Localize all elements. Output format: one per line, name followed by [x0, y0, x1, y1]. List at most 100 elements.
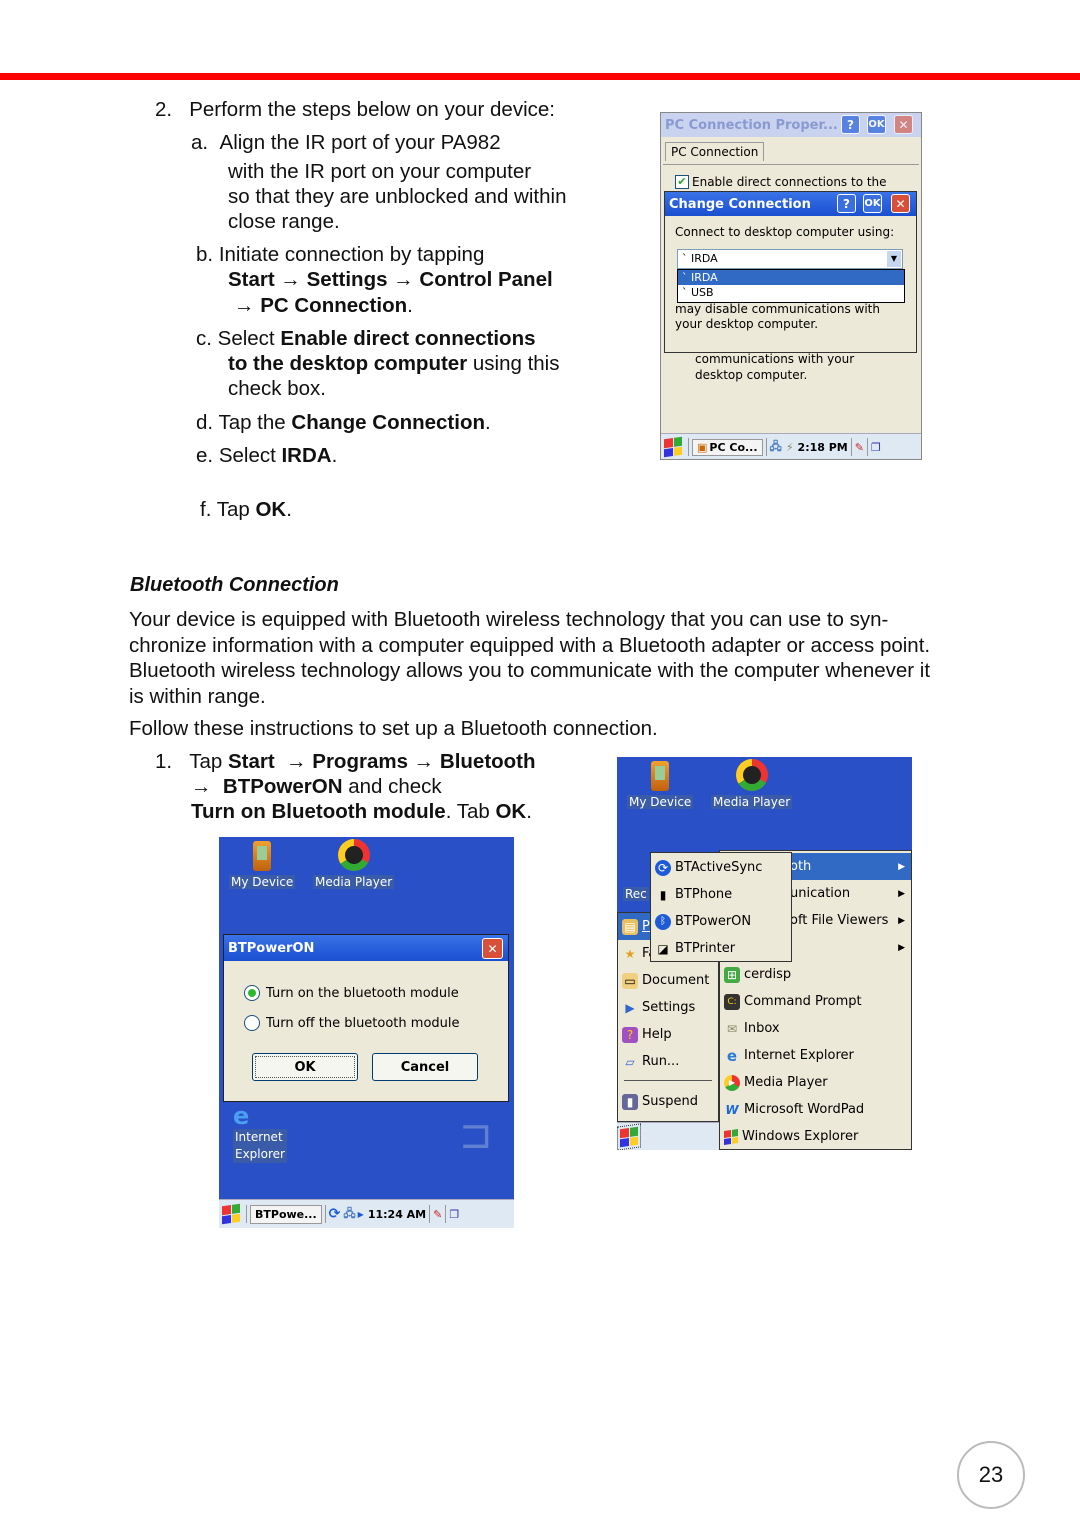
printer-icon: ◪: [657, 941, 669, 956]
taskbar-task-btpoweron[interactable]: BTPowe...: [250, 1204, 322, 1224]
document-icon: ▭: [622, 972, 638, 989]
taskbar-task-pc-connection[interactable]: ▣ PC Co...: [692, 438, 763, 456]
change-connection-dialog: Change Connection ? OK ✕ Connect to desk…: [664, 191, 917, 353]
bt-step1-line3: Turn on Bluetooth module. Tab OK.: [191, 800, 532, 823]
ok-button[interactable]: OK: [863, 194, 882, 213]
step2a-line2: with the IR port on your computer: [228, 160, 532, 183]
connect-prompt: Connect to desktop computer using:: [675, 225, 895, 239]
step2c-line2: to the desktop computer using this: [228, 352, 560, 375]
menu-separator: [624, 1080, 712, 1081]
network-icon[interactable]: 🖧: [343, 1205, 355, 1224]
cancel-button[interactable]: Cancel: [372, 1053, 478, 1081]
bluetooth-item-btphone[interactable]: ▮ BTPhone: [651, 881, 791, 908]
programs-item-wordpad[interactable]: W Microsoft WordPad: [720, 1096, 911, 1123]
pc-connection-icon: ▣: [697, 440, 708, 454]
settings-icon: ▶: [625, 1000, 635, 1015]
device-icon: [651, 761, 670, 791]
bluetooth-intro-paragraph: Your device is equipped with Bluetooth w…: [129, 608, 931, 708]
input-panel-icon[interactable]: ✎: [855, 441, 864, 454]
help-book-icon: ?: [622, 1026, 638, 1043]
start-menu-item-run[interactable]: ▱ Run...: [618, 1048, 718, 1075]
taskbar: ▣ PC Co... 🖧 ⚡ 2:18 PM ✎ ❐: [661, 433, 921, 459]
programs-item-cerdisp[interactable]: ⊞ cerdisp: [720, 961, 911, 988]
start-menu-item-settings[interactable]: ▶ Settings: [618, 994, 718, 1021]
clock[interactable]: 11:24 AM: [368, 1208, 426, 1221]
command-prompt-icon: C:: [724, 993, 740, 1010]
windows-explorer-icon: [724, 1128, 738, 1145]
step2a-line1: a. Align the IR port of your PA982: [191, 131, 501, 154]
desktop-icon-recycle-bin[interactable]: Rec: [623, 887, 649, 901]
internet-explorer-icon: e: [233, 1102, 250, 1130]
start-icon[interactable]: [664, 436, 682, 458]
desktop-switch-icon[interactable]: ❐: [871, 441, 881, 454]
enable-direct-checkbox[interactable]: ✔ Enable direct connections to the: [675, 175, 887, 189]
close-icon[interactable]: ✕: [894, 115, 913, 134]
connection-dropdown-list: ` IRDA ` USB: [677, 269, 905, 303]
radio-unselected-icon: [244, 1015, 260, 1031]
expand-tray-icon[interactable]: ▶: [358, 1210, 364, 1219]
start-icon[interactable]: [222, 1203, 240, 1225]
step2c-line1: c. Select Enable direct connections: [196, 327, 536, 350]
close-icon[interactable]: ✕: [891, 194, 910, 213]
ok-button[interactable]: OK: [867, 115, 886, 134]
background-text: communications with your desktop compute…: [695, 352, 855, 382]
bt-activesync-icon: ⟳: [655, 859, 671, 876]
bluetooth-item-btprinter[interactable]: ◪ BTPrinter: [651, 935, 791, 962]
programs-item-windows-explorer[interactable]: Windows Explorer: [720, 1123, 911, 1150]
start-menu-item-suspend[interactable]: ▮ Suspend: [618, 1088, 718, 1115]
phone-icon: ▮: [659, 887, 667, 902]
btpoweron-titlebar: BTPowerON: [224, 935, 508, 961]
suspend-icon: ▮: [622, 1093, 638, 1110]
network-icon[interactable]: 🖧: [770, 438, 782, 457]
media-player-icon: [337, 839, 370, 871]
bt-activesync-icon[interactable]: ⟳: [329, 1206, 341, 1222]
step2b-path: Start → Settings → Control Panel: [228, 268, 553, 291]
radio-selected-icon: [244, 985, 260, 1001]
connection-select[interactable]: ` IRDA ▼: [677, 249, 903, 269]
media-player-icon: [735, 759, 768, 791]
step2-line: 2. Perform the steps below on your devic…: [155, 98, 555, 121]
desktop-icon-internet-explorer[interactable]: e Internet Explorer: [233, 1103, 287, 1163]
taskbar: BTPowe... ⟳ 🖧 ▶ 11:24 AM ✎ ❐: [219, 1199, 514, 1228]
submenu-arrow-icon: ▶: [898, 915, 905, 926]
clock[interactable]: 2:18 PM: [798, 441, 848, 454]
close-icon[interactable]: ✕: [482, 938, 503, 959]
desktop-icon-media-player[interactable]: Media Player: [313, 839, 395, 889]
submenu-arrow-icon: ▶: [898, 888, 905, 899]
bt-step1-line1: 1. Tap Start → Programs → Bluetooth: [155, 750, 536, 773]
cerdisp-icon: ⊞: [724, 966, 740, 983]
taskbar: [617, 1122, 719, 1150]
tab-pc-connection[interactable]: PC Connection: [665, 142, 765, 161]
programs-item-command-prompt[interactable]: C: Command Prompt: [720, 988, 911, 1015]
bluetooth-item-btactivesync[interactable]: ⟳ BTActiveSync: [651, 854, 791, 881]
header-rule: [0, 73, 1080, 80]
step2a-line3: so that they are unblocked and within: [228, 185, 567, 208]
desktop-switch-icon[interactable]: ❐: [449, 1208, 459, 1221]
ok-button[interactable]: OK: [252, 1053, 358, 1081]
step2b-path2: → PC Connection.: [234, 294, 413, 317]
radio-turn-on[interactable]: Turn on the bluetooth module: [244, 985, 459, 1001]
option-usb[interactable]: ` USB: [678, 285, 904, 300]
bluetooth-item-btpoweron[interactable]: ᛒ BTPowerON: [651, 908, 791, 935]
option-irda[interactable]: ` IRDA: [678, 270, 904, 285]
step2a-line4: close range.: [228, 210, 340, 233]
help-icon[interactable]: ?: [841, 115, 860, 134]
programs-item-internet-explorer[interactable]: e Internet Explorer: [720, 1042, 911, 1069]
help-icon[interactable]: ?: [837, 194, 856, 213]
desktop-icon-media-player[interactable]: Media Player: [711, 759, 793, 809]
start-icon[interactable]: [617, 1123, 641, 1150]
power-plug-icon[interactable]: ⚡: [786, 441, 794, 454]
start-menu-item-documents[interactable]: ▭ Document: [618, 967, 718, 994]
chevron-down-icon[interactable]: ▼: [887, 251, 901, 267]
desktop-icon-my-device[interactable]: My Device: [627, 761, 694, 809]
input-panel-icon[interactable]: ✎: [433, 1208, 442, 1221]
bluetooth-submenu: ⟳ BTActiveSync ▮ BTPhone ᛒ BTPowerON ◪ BTPri…: [650, 852, 792, 962]
programs-item-media-player[interactable]: ▶ Media Player: [720, 1069, 911, 1096]
desktop-icon-my-device[interactable]: My Device: [229, 841, 296, 889]
start-menu-item-help[interactable]: ? Help: [618, 1021, 718, 1048]
step2c-line3: check box.: [228, 377, 326, 400]
programs-item-inbox[interactable]: ✉ Inbox: [720, 1015, 911, 1042]
media-player-icon: ▶: [724, 1074, 740, 1091]
page-number: 23: [957, 1441, 1025, 1509]
radio-turn-off[interactable]: Turn off the bluetooth module: [244, 1015, 460, 1031]
